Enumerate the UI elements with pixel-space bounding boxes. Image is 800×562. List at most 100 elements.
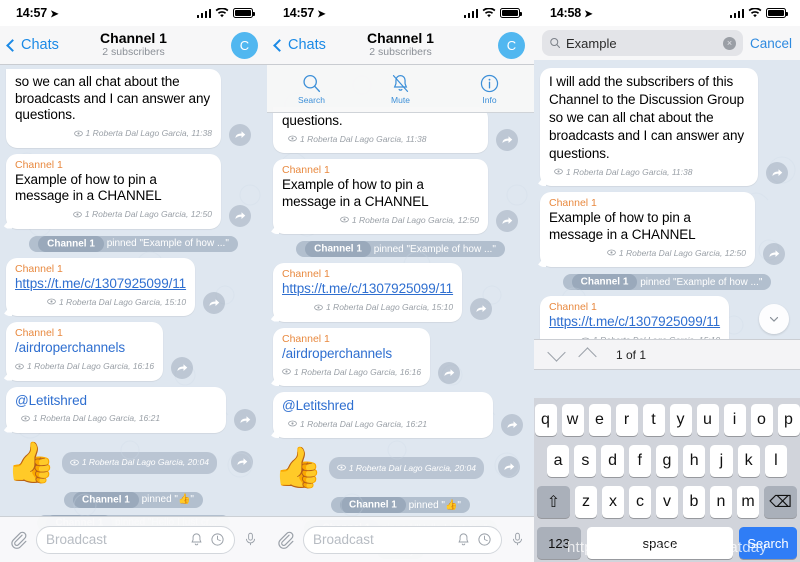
voice-microphone-icon[interactable]: [510, 530, 525, 549]
key-j[interactable]: j: [710, 445, 733, 477]
notification-bell-icon[interactable]: [189, 532, 204, 547]
key-e[interactable]: e: [588, 404, 611, 436]
message-bubble-intro-partial-2[interactable]: questions. 1 Roberta Dal Lago Garcia, 11…: [273, 107, 488, 153]
schedule-clock-icon[interactable]: [210, 532, 225, 547]
scroll-to-bottom-button[interactable]: [759, 304, 789, 334]
message-link-url[interactable]: https://t.me/c/1307925099/11: [15, 276, 186, 293]
forward-button-mention[interactable]: [234, 408, 256, 431]
action-info[interactable]: Info: [445, 65, 534, 112]
message-meta-thumb-2: 1 Roberta Dal Lago Garcia, 20:04: [336, 463, 476, 473]
forward-button-intro[interactable]: [229, 123, 251, 146]
message-bubble-airdrop[interactable]: Channel 1 /airdroperchannels 1 Roberta D…: [6, 322, 164, 381]
action-search[interactable]: Search: [267, 65, 356, 112]
chat-action-strip: Search Mute Info: [267, 65, 534, 113]
forward-button-example-2[interactable]: [496, 210, 518, 232]
cancel-search-button[interactable]: Cancel: [750, 36, 792, 51]
key-h[interactable]: h: [683, 445, 706, 477]
forward-button-thumb-2[interactable]: [497, 456, 520, 478]
back-button-1[interactable]: Chats: [6, 37, 59, 53]
search-input[interactable]: Example: [566, 36, 718, 51]
numbers-key[interactable]: 123: [537, 527, 581, 559]
message-bubble-example-3[interactable]: Channel 1 Example of how to pin a messag…: [540, 192, 755, 267]
key-s[interactable]: s: [574, 445, 597, 477]
key-b[interactable]: b: [683, 486, 705, 518]
forward-button-intro-2[interactable]: [496, 129, 518, 151]
message-link-url-2[interactable]: https://t.me/c/1307925099/11: [282, 281, 453, 298]
message-command-airdrop-2[interactable]: /airdroperchannels: [282, 346, 421, 363]
key-d[interactable]: d: [601, 445, 624, 477]
message-bubble-airdrop-2[interactable]: Channel 1 /airdroperchannels 1 Roberta D…: [273, 327, 431, 386]
forward-button-mention-2[interactable]: [501, 414, 523, 436]
channel-avatar-2[interactable]: C: [498, 31, 525, 59]
key-k[interactable]: k: [737, 445, 760, 477]
forward-button-link-2[interactable]: [470, 297, 493, 320]
message-bubble-link-2[interactable]: Channel 1 https://t.me/c/1307925099/11 1…: [273, 263, 463, 322]
key-g[interactable]: g: [655, 445, 679, 477]
key-r[interactable]: r: [615, 404, 638, 436]
key-l[interactable]: l: [764, 445, 787, 477]
key-x[interactable]: x: [602, 486, 624, 518]
previous-result-icon[interactable]: [578, 347, 597, 366]
key-m[interactable]: m: [737, 486, 759, 518]
key-i[interactable]: i: [723, 404, 746, 436]
key-t[interactable]: t: [642, 404, 665, 436]
message-bubble-example[interactable]: Channel 1 Example of how to pin a messag…: [6, 153, 221, 229]
keyboard-row-4: 123 space Search: [534, 527, 800, 559]
space-key[interactable]: space: [587, 527, 733, 559]
key-q[interactable]: q: [534, 404, 557, 436]
key-n[interactable]: n: [710, 486, 732, 518]
eye-icon: [21, 415, 30, 421]
notification-bell-icon[interactable]: [456, 532, 471, 547]
back-button-2[interactable]: Chats: [273, 37, 326, 53]
attach-paperclip-icon[interactable]: [276, 530, 295, 549]
clear-search-icon[interactable]: ×: [722, 36, 736, 50]
key-a[interactable]: a: [547, 445, 570, 477]
chat-scroll-2[interactable]: questions. 1 Roberta Dal Lago Garcia, 11…: [267, 65, 534, 562]
forward-button-example[interactable]: [229, 204, 251, 227]
key-o[interactable]: o: [750, 404, 773, 436]
forward-button-intro-3[interactable]: [766, 162, 788, 184]
thumbs-up-emoji[interactable]: 👍: [6, 441, 56, 485]
shift-key[interactable]: ⇧: [537, 486, 570, 518]
forward-button-example-3[interactable]: [763, 243, 785, 265]
key-u[interactable]: u: [696, 404, 719, 436]
message-bubble-mention[interactable]: @Letitshred 1 Roberta Dal Lago Garcia, 1…: [6, 386, 226, 433]
search-input-wrap[interactable]: Example ×: [542, 30, 743, 56]
forward-arrow-icon: [240, 415, 251, 423]
action-mute[interactable]: Mute: [356, 65, 445, 112]
attach-paperclip-icon[interactable]: [9, 530, 28, 549]
forward-button-thumb[interactable]: [230, 450, 253, 473]
forward-button-airdrop[interactable]: [171, 356, 194, 379]
message-mention-text-2[interactable]: @Letitshred: [282, 398, 354, 413]
channel-avatar-1[interactable]: C: [231, 31, 258, 59]
message-bubble-mention-2[interactable]: @Letitshred 1 Roberta Dal Lago Garcia, 1…: [273, 392, 493, 438]
key-f[interactable]: f: [628, 445, 651, 477]
key-w[interactable]: w: [561, 404, 584, 436]
message-bubble-intro-partial[interactable]: so we can all chat about the broadcasts …: [6, 69, 221, 148]
message-link-url-3[interactable]: https://t.me/c/1307925099/11: [549, 314, 720, 331]
broadcast-input-2[interactable]: Broadcast: [303, 525, 502, 554]
schedule-clock-icon[interactable]: [477, 532, 492, 547]
message-mention-text[interactable]: @Letitshred: [15, 393, 87, 408]
keyboard-row-2: a s d f g h j k l: [534, 445, 800, 477]
message-command-airdrop[interactable]: /airdroperchannels: [15, 340, 154, 357]
forward-button-airdrop-2[interactable]: [438, 362, 461, 384]
broadcast-input-1[interactable]: Broadcast: [36, 525, 235, 554]
next-result-icon[interactable]: [547, 343, 566, 362]
search-key[interactable]: Search: [739, 527, 797, 559]
key-y[interactable]: y: [669, 404, 692, 436]
forward-button-link[interactable]: [203, 292, 226, 314]
status-bar-1: 14:57 ➤: [0, 0, 267, 26]
key-c[interactable]: c: [629, 486, 651, 518]
message-bubble-example-2[interactable]: Channel 1 Example of how to pin a messag…: [273, 159, 488, 234]
message-bubble-intro-3[interactable]: I will add the subscribers of this Chann…: [540, 68, 758, 186]
chat-scroll-1[interactable]: so we can all chat about the broadcasts …: [0, 65, 267, 562]
key-z[interactable]: z: [575, 486, 597, 518]
backspace-key[interactable]: ⌫: [764, 486, 797, 518]
thumbs-up-emoji[interactable]: 👍: [273, 446, 323, 490]
message-meta-mention-2: 1 Roberta Dal Lago Garcia, 16:21: [288, 419, 427, 429]
message-bubble-link[interactable]: Channel 1 https://t.me/c/1307925099/11 1…: [6, 257, 196, 316]
key-v[interactable]: v: [656, 486, 678, 518]
voice-microphone-icon[interactable]: [243, 530, 258, 549]
key-p[interactable]: p: [777, 404, 800, 436]
